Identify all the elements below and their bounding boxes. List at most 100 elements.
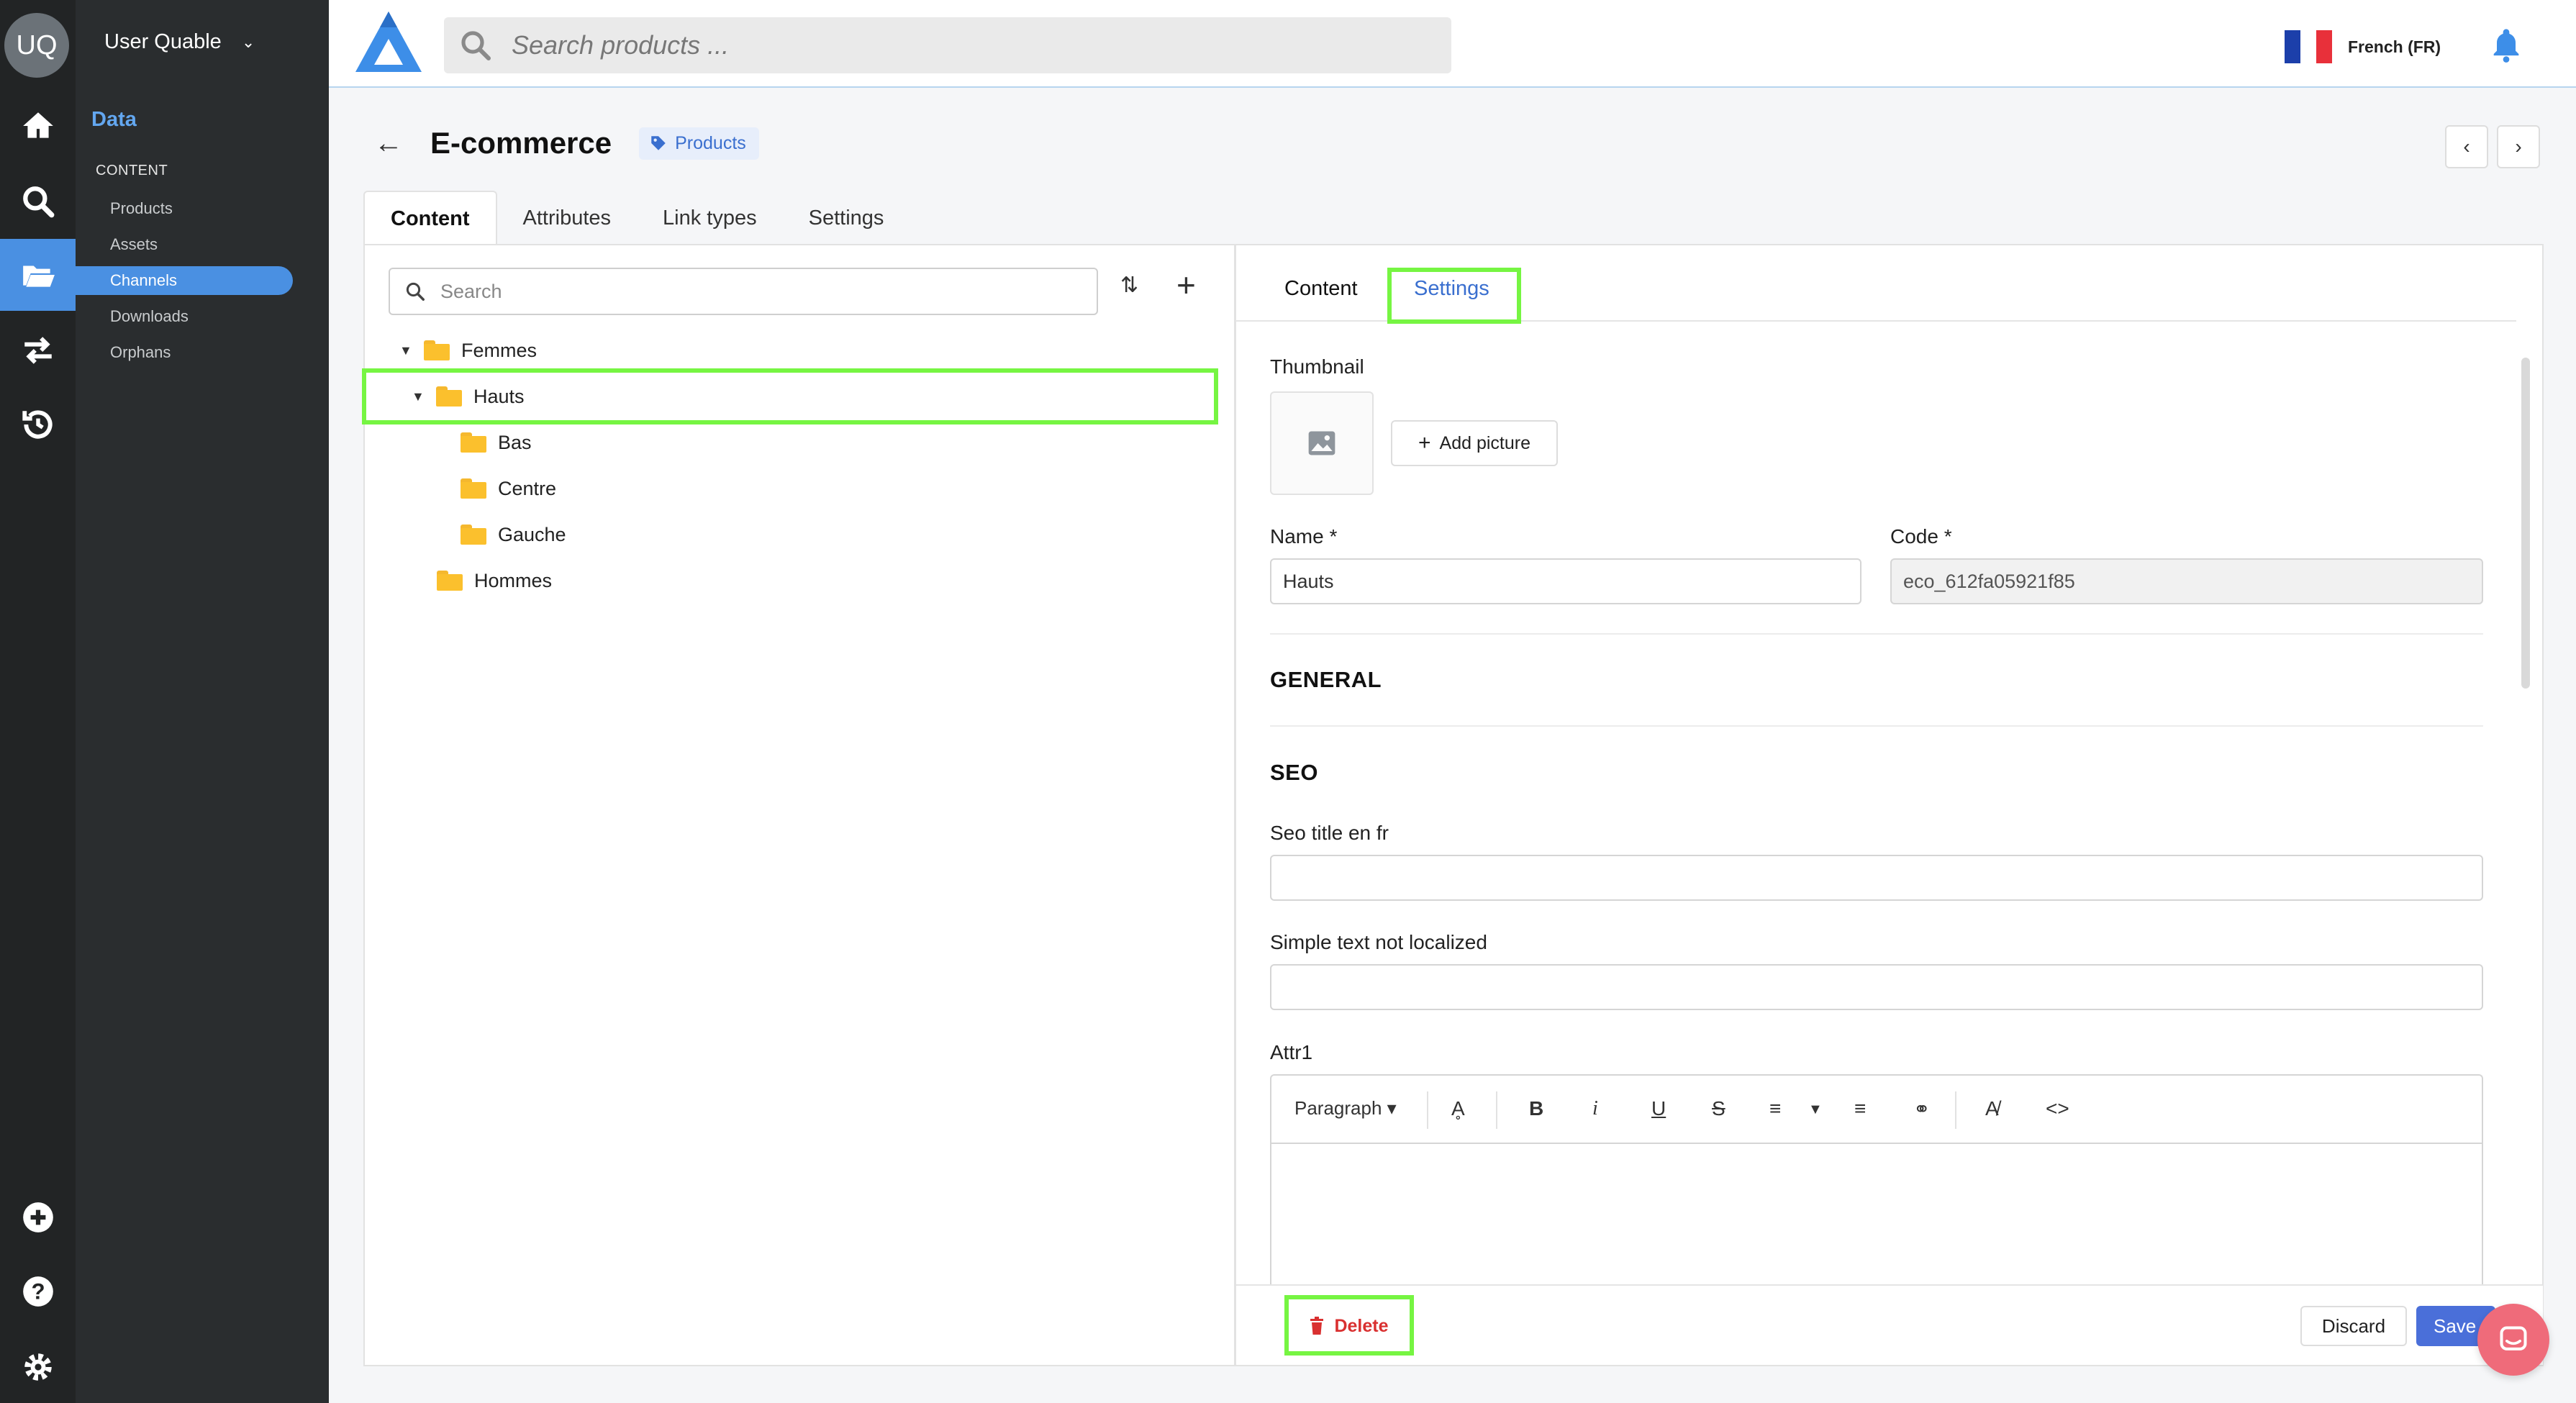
nav-item-orphans[interactable]: Orphans (76, 338, 293, 367)
tree-node-hommes[interactable]: Hommes (412, 560, 552, 601)
rich-text-editor[interactable]: Paragraph ▾ Ḁ B i U S ≡ ▼ ≡ ⚭ A̸ <> (1270, 1074, 2483, 1297)
numbered-list-icon[interactable]: ≡ (1854, 1097, 1866, 1120)
bell-icon[interactable] (2487, 26, 2525, 67)
required-mark: * (1944, 525, 1952, 548)
seo-heading: SEO (1270, 760, 1318, 785)
page-title: E-commerce (430, 126, 612, 160)
strikethrough-icon[interactable]: S (1712, 1097, 1725, 1120)
divider (1270, 633, 2483, 635)
tab-content[interactable]: Content (363, 191, 497, 245)
expand-collapse-icon[interactable]: ⇅ (1120, 273, 1138, 298)
caret-down-icon[interactable]: ▼ (399, 343, 412, 358)
folder-icon (424, 340, 450, 360)
nav-item-products[interactable]: Products (76, 194, 293, 223)
tab-link-types[interactable]: Link types (637, 191, 783, 245)
seo-title-field[interactable] (1270, 855, 2483, 901)
tag-icon (651, 136, 666, 150)
tree-search-input[interactable] (440, 280, 1088, 303)
delete-highlight (1284, 1295, 1414, 1356)
plus-circle-icon[interactable] (0, 1181, 76, 1253)
search-icon[interactable] (0, 165, 76, 237)
tree-search-box[interactable] (389, 268, 1098, 315)
nav-item-downloads[interactable]: Downloads (76, 302, 293, 331)
caret-down-icon[interactable]: ▼ (412, 389, 425, 404)
thumbnail-placeholder[interactable] (1270, 391, 1374, 495)
avatar[interactable]: UQ (4, 13, 69, 78)
top-bar: French (FR) (329, 0, 2576, 88)
name-field[interactable] (1270, 558, 1861, 604)
secondary-nav: User Quable ⌄ Data CONTENT Products Asse… (76, 0, 329, 1403)
tree-node-gauche[interactable]: Gauche (436, 514, 566, 555)
bold-icon[interactable]: B (1529, 1097, 1543, 1120)
products-badge[interactable]: Products (639, 127, 759, 160)
svg-text:?: ? (31, 1279, 45, 1304)
folder-icon (461, 432, 486, 453)
user-name: User Quable (104, 30, 222, 53)
gear-icon[interactable] (0, 1331, 76, 1403)
chevron-down-icon[interactable]: ▼ (1808, 1102, 1823, 1118)
language-label: French (FR) (2348, 37, 2441, 56)
previous-button[interactable]: ‹ (2445, 125, 2488, 168)
scrollbar[interactable] (2521, 358, 2530, 689)
clear-format-icon[interactable]: A̸ (1985, 1097, 1999, 1120)
product-search-bar[interactable] (444, 17, 1451, 73)
link-icon[interactable]: ⚭ (1913, 1097, 1930, 1121)
attr1-label: Attr1 (1270, 1041, 1313, 1063)
user-menu[interactable]: User Quable ⌄ (104, 30, 255, 54)
name-label: Name * (1270, 525, 1338, 548)
history-icon[interactable] (0, 389, 76, 460)
page-header: ← E-commerce Products (374, 126, 759, 160)
tab-settings[interactable]: Settings (783, 191, 910, 245)
image-icon (1308, 431, 1335, 455)
chat-bubble-icon[interactable] (2477, 1304, 2549, 1376)
tree-node-label: Centre (498, 477, 557, 499)
detail-tab-content[interactable]: Content (1284, 277, 1358, 301)
tab-attributes[interactable]: Attributes (497, 191, 638, 245)
tree-node-centre[interactable]: Centre (436, 468, 556, 509)
tree-node-label: Bas (498, 431, 532, 453)
tree-node-bas[interactable]: Bas (436, 422, 532, 463)
language-selector[interactable]: French (FR) (2285, 30, 2441, 63)
code-icon[interactable]: <> (2046, 1097, 2069, 1120)
exchange-icon[interactable] (0, 314, 76, 386)
icon-rail: UQ ? (0, 0, 76, 1403)
tree-node-hauts[interactable]: ▼ Hauts (412, 376, 525, 417)
help-icon[interactable]: ? (0, 1256, 76, 1327)
simple-text-field[interactable] (1270, 964, 2483, 1010)
general-heading: GENERAL (1270, 667, 1382, 692)
italic-icon[interactable]: i (1592, 1097, 1598, 1120)
underline-icon[interactable]: U (1651, 1097, 1666, 1120)
code-field[interactable] (1890, 558, 2483, 604)
paragraph-dropdown[interactable]: Paragraph ▾ (1294, 1097, 1397, 1120)
settings-tab-highlight (1387, 268, 1521, 324)
nav-item-channels[interactable]: Channels (76, 266, 293, 295)
next-button[interactable]: › (2497, 125, 2540, 168)
seo-title-label: Seo title en fr (1270, 822, 1389, 844)
tree-node-femmes[interactable]: ▼ Femmes (399, 330, 537, 371)
nav-item-assets[interactable]: Assets (76, 230, 293, 259)
france-flag-icon (2285, 30, 2332, 63)
logo[interactable] (354, 10, 423, 77)
search-icon (406, 282, 425, 301)
bullet-list-icon[interactable]: ≡ (1769, 1097, 1781, 1120)
divider (1270, 725, 2483, 727)
tree-node-label: Femmes (461, 339, 538, 361)
nav-group-title: CONTENT (96, 163, 168, 178)
badge-label: Products (675, 132, 746, 153)
folder-icon (461, 525, 486, 545)
discard-button[interactable]: Discard (2300, 1306, 2407, 1346)
home-icon[interactable] (0, 90, 76, 162)
editor-toolbar: Paragraph ▾ Ḁ B i U S ≡ ▼ ≡ ⚭ A̸ <> (1271, 1076, 2482, 1144)
required-mark: * (1329, 525, 1338, 548)
tree-node-label: Hauts (473, 385, 525, 407)
text-color-icon[interactable]: Ḁ (1451, 1097, 1465, 1120)
add-picture-button[interactable]: + Add picture (1391, 420, 1558, 466)
back-arrow-icon[interactable]: ← (374, 127, 403, 160)
folder-open-icon[interactable] (0, 239, 76, 311)
simple-text-label: Simple text not localized (1270, 931, 1487, 953)
folder-icon (461, 478, 486, 499)
search-input[interactable] (512, 30, 1375, 60)
folder-icon (437, 571, 463, 591)
add-node-button[interactable]: + (1176, 265, 1196, 304)
search-icon (461, 31, 491, 60)
